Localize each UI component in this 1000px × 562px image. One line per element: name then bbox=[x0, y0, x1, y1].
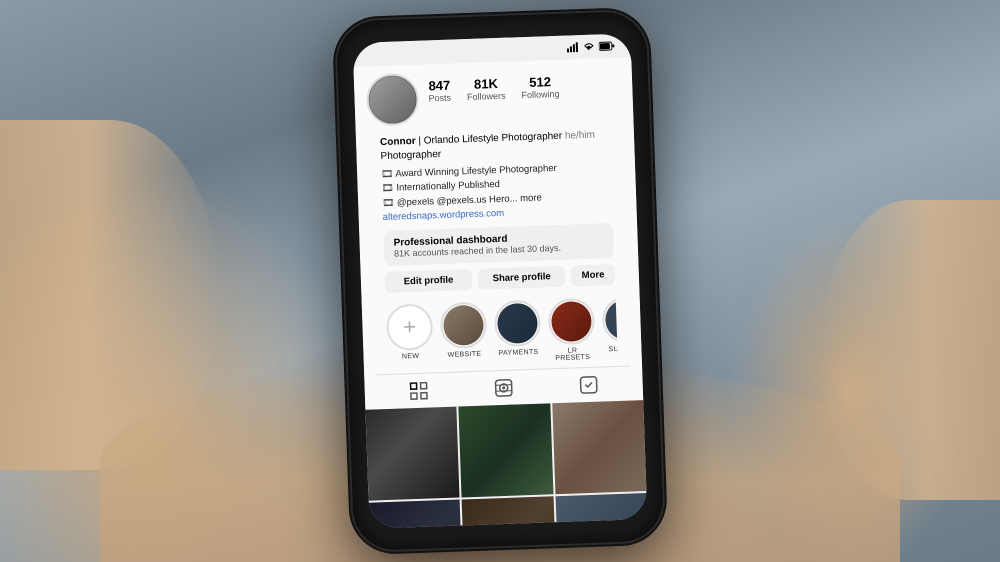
status-icons bbox=[567, 41, 615, 53]
highlight-1[interactable]: WEBSITE bbox=[440, 302, 488, 367]
posts-stat: 847 Posts bbox=[428, 78, 451, 104]
highlight-label-2: PAYMENTS bbox=[498, 349, 538, 357]
highlights-row: + New WEBSITE bbox=[386, 291, 618, 374]
posts-count: 847 bbox=[428, 78, 450, 94]
highlight-circle-3[interactable] bbox=[548, 298, 596, 346]
profile-area: 847 Posts 81K Followers 512 Following bbox=[353, 57, 643, 409]
followers-stat: 81K Followers bbox=[466, 76, 505, 102]
grid-icon bbox=[410, 382, 429, 401]
following-stat: 512 Following bbox=[521, 74, 560, 100]
phone-screen: Instagram Profile Screenshot bbox=[353, 33, 648, 528]
scene: Instagram Profile Screenshot bbox=[0, 0, 1000, 562]
tagged-icon bbox=[579, 376, 598, 395]
highlight-image-3 bbox=[551, 301, 592, 342]
tab-reels[interactable] bbox=[461, 377, 546, 398]
share-profile-button[interactable]: Share profile bbox=[478, 266, 566, 290]
grid-photo-6[interactable] bbox=[555, 493, 647, 528]
tab-grid[interactable] bbox=[376, 380, 461, 401]
highlight-2[interactable]: PAYMENTS bbox=[494, 300, 542, 365]
more-button[interactable]: More bbox=[571, 264, 615, 287]
following-count: 512 bbox=[529, 74, 551, 90]
highlight-label-3: LR PRESETS bbox=[549, 347, 595, 363]
posts-label: Posts bbox=[428, 93, 451, 104]
tab-tagged[interactable] bbox=[546, 375, 631, 396]
reels-icon bbox=[494, 379, 513, 398]
followers-count: 81K bbox=[474, 76, 498, 92]
avatar-image bbox=[369, 76, 417, 124]
grid-photo-5[interactable] bbox=[462, 497, 556, 529]
grid-photo-2[interactable] bbox=[459, 403, 553, 497]
highlight-image-4 bbox=[605, 299, 618, 340]
edit-profile-button[interactable]: Edit profile bbox=[385, 269, 473, 293]
add-highlight[interactable]: + New bbox=[386, 303, 434, 368]
phone: Instagram Profile Screenshot bbox=[336, 11, 664, 551]
grid-photo-1[interactable] bbox=[365, 407, 459, 501]
highlight-4[interactable]: SUPPORT bbox=[602, 296, 618, 361]
highlight-3[interactable]: LR PRESETS bbox=[548, 298, 596, 363]
add-highlight-circle[interactable]: + bbox=[386, 303, 434, 351]
action-buttons: Edit profile Share profile More bbox=[385, 264, 616, 293]
highlight-circle-1[interactable] bbox=[440, 302, 488, 350]
following-label: Following bbox=[521, 89, 559, 100]
profile-content: Connor | Orlando Lifestyle Photographer … bbox=[368, 124, 630, 375]
plus-icon: + bbox=[403, 316, 417, 338]
highlight-circle-2[interactable] bbox=[494, 300, 542, 348]
add-highlight-label: New bbox=[402, 353, 419, 361]
highlight-label-1: WEBSITE bbox=[448, 351, 482, 359]
followers-label: Followers bbox=[467, 91, 506, 102]
stats-row: 847 Posts 81K Followers 512 Following bbox=[428, 66, 621, 104]
grid-photo-4[interactable] bbox=[369, 500, 463, 529]
highlight-label-4: SUPPORT bbox=[608, 345, 618, 353]
avatar bbox=[366, 73, 420, 127]
wifi-icon bbox=[583, 42, 595, 52]
highlight-circle-4[interactable] bbox=[602, 296, 618, 344]
highlight-image-1 bbox=[443, 305, 484, 346]
professional-dashboard[interactable]: Professional dashboard 81K accounts reac… bbox=[383, 223, 614, 266]
grid-photo-3[interactable] bbox=[552, 400, 646, 494]
profile-bio: 🎞 Award Winning Lifestyle Photographer 🎞… bbox=[381, 160, 613, 225]
signal-icon bbox=[567, 42, 579, 52]
highlight-image-2 bbox=[497, 303, 538, 344]
photo-grid bbox=[365, 400, 647, 529]
battery-icon bbox=[599, 41, 615, 52]
profile-top: 847 Posts 81K Followers 512 Following bbox=[366, 66, 622, 127]
